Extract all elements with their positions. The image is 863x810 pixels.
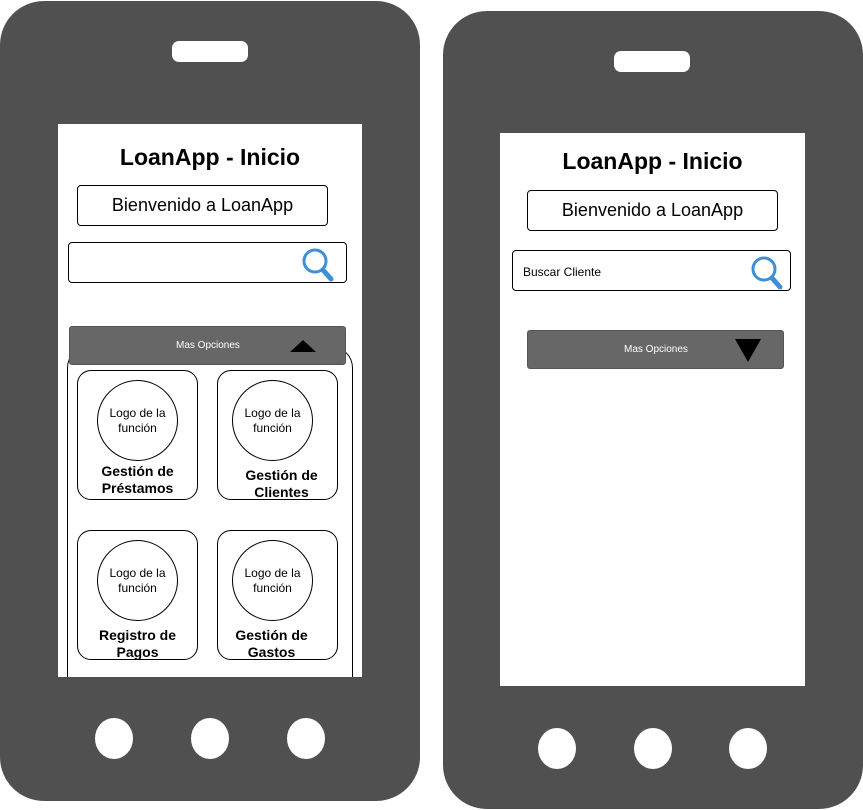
feature-label: Registro de Pagos: [78, 627, 197, 661]
feature-label-line: Gestión de: [245, 467, 318, 483]
feature-card-loans[interactable]: Logo de la función Gestión de Préstamos: [77, 370, 198, 500]
right-phone-screen: LoanApp - Inicio Bienvenido a LoanApp Bu…: [500, 133, 805, 686]
speaker-grille: [614, 51, 690, 72]
left-phone-screen: LoanApp - Inicio Bienvenido a LoanApp Ma…: [58, 124, 362, 677]
triangle-down-icon: [735, 339, 761, 362]
search-icon[interactable]: [751, 256, 783, 290]
feature-label: Gestión de Préstamos: [78, 463, 197, 497]
feature-card-clients[interactable]: Logo de la función Gestión de Clientes: [217, 370, 338, 500]
hardware-button-home[interactable]: [191, 718, 229, 759]
feature-label-line: Gestión de: [101, 463, 174, 479]
feature-logo: Logo de la función: [97, 540, 178, 621]
speaker-grille: [172, 41, 248, 62]
feature-label: Gestión de Clientes: [222, 467, 341, 501]
welcome-banner: Bienvenido a LoanApp: [527, 190, 778, 231]
search-input[interactable]: [68, 242, 347, 283]
search-input[interactable]: Buscar Cliente: [512, 250, 791, 291]
feature-logo: Logo de la función: [232, 540, 313, 621]
more-options-label: Mas Opciones: [176, 340, 240, 351]
more-options-toggle[interactable]: Mas Opciones: [527, 330, 784, 369]
feature-label-line: Préstamos: [101, 480, 174, 496]
left-phone: LoanApp - Inicio Bienvenido a LoanApp Ma…: [0, 1, 420, 801]
search-icon[interactable]: [302, 248, 334, 282]
welcome-banner: Bienvenido a LoanApp: [77, 185, 328, 226]
feature-card-expenses[interactable]: Logo de la función Gestión de Gastos: [217, 530, 338, 660]
hardware-button-left[interactable]: [95, 718, 133, 759]
feature-label-line: Gestión de: [235, 627, 308, 643]
hardware-button-home[interactable]: [634, 728, 672, 769]
triangle-up-icon: [290, 340, 316, 352]
feature-label-line: Registro de: [98, 627, 176, 643]
page-title: LoanApp - Inicio: [119, 144, 301, 170]
page-title: LoanApp - Inicio: [562, 148, 743, 174]
more-options-label: Mas Opciones: [624, 344, 688, 355]
more-options-toggle[interactable]: Mas Opciones: [69, 326, 346, 365]
feature-logo: Logo de la función: [97, 380, 178, 461]
hardware-button-right[interactable]: [287, 718, 325, 759]
feature-label: Gestión de Gastos: [212, 627, 331, 661]
feature-label-line: Pagos: [116, 644, 159, 660]
hardware-button-left[interactable]: [538, 728, 576, 769]
feature-card-payments[interactable]: Logo de la función Registro de Pagos: [77, 530, 198, 660]
search-input-value: Buscar Cliente: [523, 265, 602, 279]
right-phone: LoanApp - Inicio Bienvenido a LoanApp Bu…: [443, 11, 863, 809]
feature-logo: Logo de la función: [232, 380, 313, 461]
hardware-button-right[interactable]: [729, 728, 767, 769]
feature-label-line: Gastos: [247, 644, 296, 660]
feature-label-line: Clientes: [254, 484, 309, 500]
